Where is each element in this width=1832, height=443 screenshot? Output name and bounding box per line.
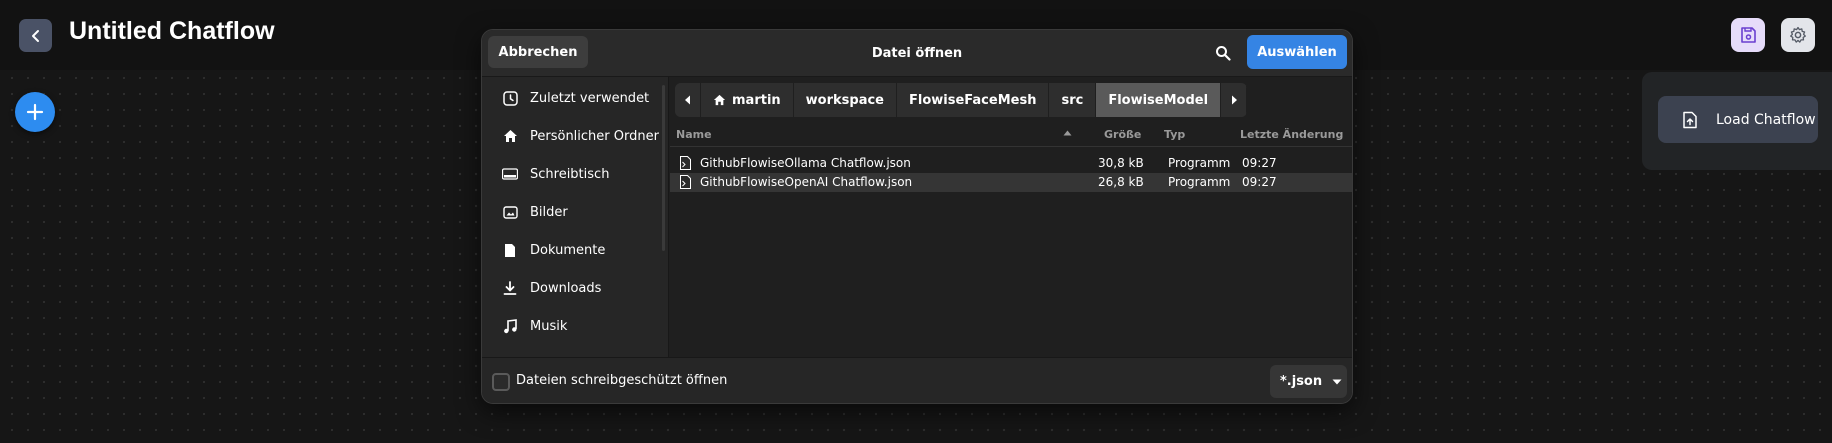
json-file-icon	[680, 175, 691, 189]
dialog-footer: Dateien schreibgeschützt öffnen *.json	[482, 357, 1352, 403]
sidebar-item-documents[interactable]: Dokumente	[482, 231, 669, 269]
sidebar-item-label: Bilder	[530, 204, 568, 220]
places-sidebar: Zuletzt verwendet Persönlicher Ordner Sc…	[482, 77, 669, 357]
file-modified: 09:27	[1242, 156, 1277, 170]
gear-icon	[1790, 26, 1806, 43]
dialog-header: Abbrechen Datei öffnen Auswählen	[482, 30, 1352, 77]
sidebar-item-label: Dokumente	[530, 242, 606, 258]
desktop-icon	[502, 166, 518, 182]
file-size: 26,8 kB	[1098, 175, 1144, 189]
column-type[interactable]: Typ	[1164, 128, 1185, 141]
sidebar-item-label: Downloads	[530, 280, 602, 296]
breadcrumb: martin workspace FlowiseFaceMesh src Flo…	[675, 83, 1248, 117]
file-list-header: Name Größe Typ Letzte Änderung	[670, 123, 1352, 147]
settings-button[interactable]	[1781, 18, 1815, 52]
image-icon	[502, 204, 518, 220]
search-button[interactable]	[1211, 41, 1235, 65]
sidebar-item-music[interactable]: Musik	[482, 307, 669, 345]
back-button[interactable]	[19, 19, 52, 52]
path-crumb[interactable]: FlowiseFaceMesh	[897, 83, 1050, 117]
file-open-dialog: Abbrechen Datei öffnen Auswählen Zuletzt…	[481, 29, 1353, 404]
plus-icon	[26, 103, 44, 121]
sidebar-item-desktop[interactable]: Schreibtisch	[482, 155, 669, 193]
sort-ascending-icon	[1063, 130, 1072, 136]
file-type: Programm	[1168, 156, 1231, 170]
document-icon	[502, 242, 518, 258]
file-name: GithubFlowiseOllama Chatflow.json	[700, 156, 911, 170]
path-crumb[interactable]: src	[1049, 83, 1097, 117]
column-name[interactable]: Name	[676, 128, 712, 141]
download-icon	[502, 280, 518, 296]
home-icon	[502, 128, 518, 144]
file-modified: 09:27	[1242, 175, 1277, 189]
file-type: Programm	[1168, 175, 1231, 189]
path-scroll-left-button[interactable]	[675, 83, 701, 117]
cancel-button[interactable]: Abbrechen	[488, 36, 588, 68]
json-file-icon	[680, 156, 691, 170]
sidebar-item-label: Zuletzt verwendet	[530, 90, 650, 106]
page-title: Untitled Chatflow	[69, 17, 275, 45]
chevron-right-icon	[1231, 95, 1237, 105]
readonly-checkbox[interactable]	[492, 373, 510, 391]
save-chatflow-button[interactable]	[1731, 18, 1765, 52]
sidebar-item-home[interactable]: Persönlicher Ordner	[482, 117, 669, 155]
sidebar-item-label: Schreibtisch	[530, 166, 610, 182]
sidebar-item-recent[interactable]: Zuletzt verwendet	[482, 79, 669, 117]
add-node-button[interactable]	[15, 92, 55, 132]
chevron-left-icon	[31, 29, 39, 42]
path-scroll-right-button[interactable]	[1221, 83, 1248, 117]
file-size: 30,8 kB	[1098, 156, 1144, 170]
column-size[interactable]: Größe	[1104, 128, 1141, 141]
file-row-selected[interactable]: GithubFlowiseOpenAI Chatflow.json 26,8 k…	[670, 173, 1352, 192]
path-crumb-label: martin	[732, 92, 781, 108]
home-icon	[713, 94, 726, 106]
sidebar-item-downloads[interactable]: Downloads	[482, 269, 669, 307]
file-filter-dropdown[interactable]: *.json	[1270, 365, 1347, 398]
readonly-checkbox-label[interactable]: Dateien schreibgeschützt öffnen	[516, 373, 727, 388]
file-upload-icon	[1682, 111, 1698, 129]
recent-clock-icon	[502, 90, 518, 106]
load-chatflow-button[interactable]: Load Chatflow	[1658, 96, 1818, 143]
chevron-down-icon	[1332, 379, 1342, 385]
sidebar-scrollbar[interactable]	[662, 85, 665, 251]
select-button[interactable]: Auswählen	[1247, 35, 1347, 69]
path-crumb[interactable]: workspace	[793, 83, 897, 117]
save-icon	[1741, 27, 1756, 43]
sidebar-item-label: Musik	[530, 318, 568, 334]
column-modified[interactable]: Letzte Änderung	[1240, 128, 1343, 141]
chevron-left-icon	[684, 95, 690, 105]
path-crumb-current[interactable]: FlowiseModel	[1096, 83, 1222, 117]
file-row[interactable]: GithubFlowiseOllama Chatflow.json 30,8 k…	[670, 154, 1352, 173]
music-icon	[502, 318, 518, 334]
path-crumb-home[interactable]: martin	[701, 83, 794, 117]
sidebar-item-label: Persönlicher Ordner	[530, 128, 659, 144]
sidebar-item-pictures[interactable]: Bilder	[482, 193, 669, 231]
file-filter-label: *.json	[1280, 374, 1323, 389]
load-chatflow-label: Load Chatflow	[1716, 111, 1816, 128]
settings-popover: Load Chatflow	[1642, 72, 1832, 170]
file-name: GithubFlowiseOpenAI Chatflow.json	[700, 175, 913, 189]
search-icon	[1216, 46, 1231, 61]
